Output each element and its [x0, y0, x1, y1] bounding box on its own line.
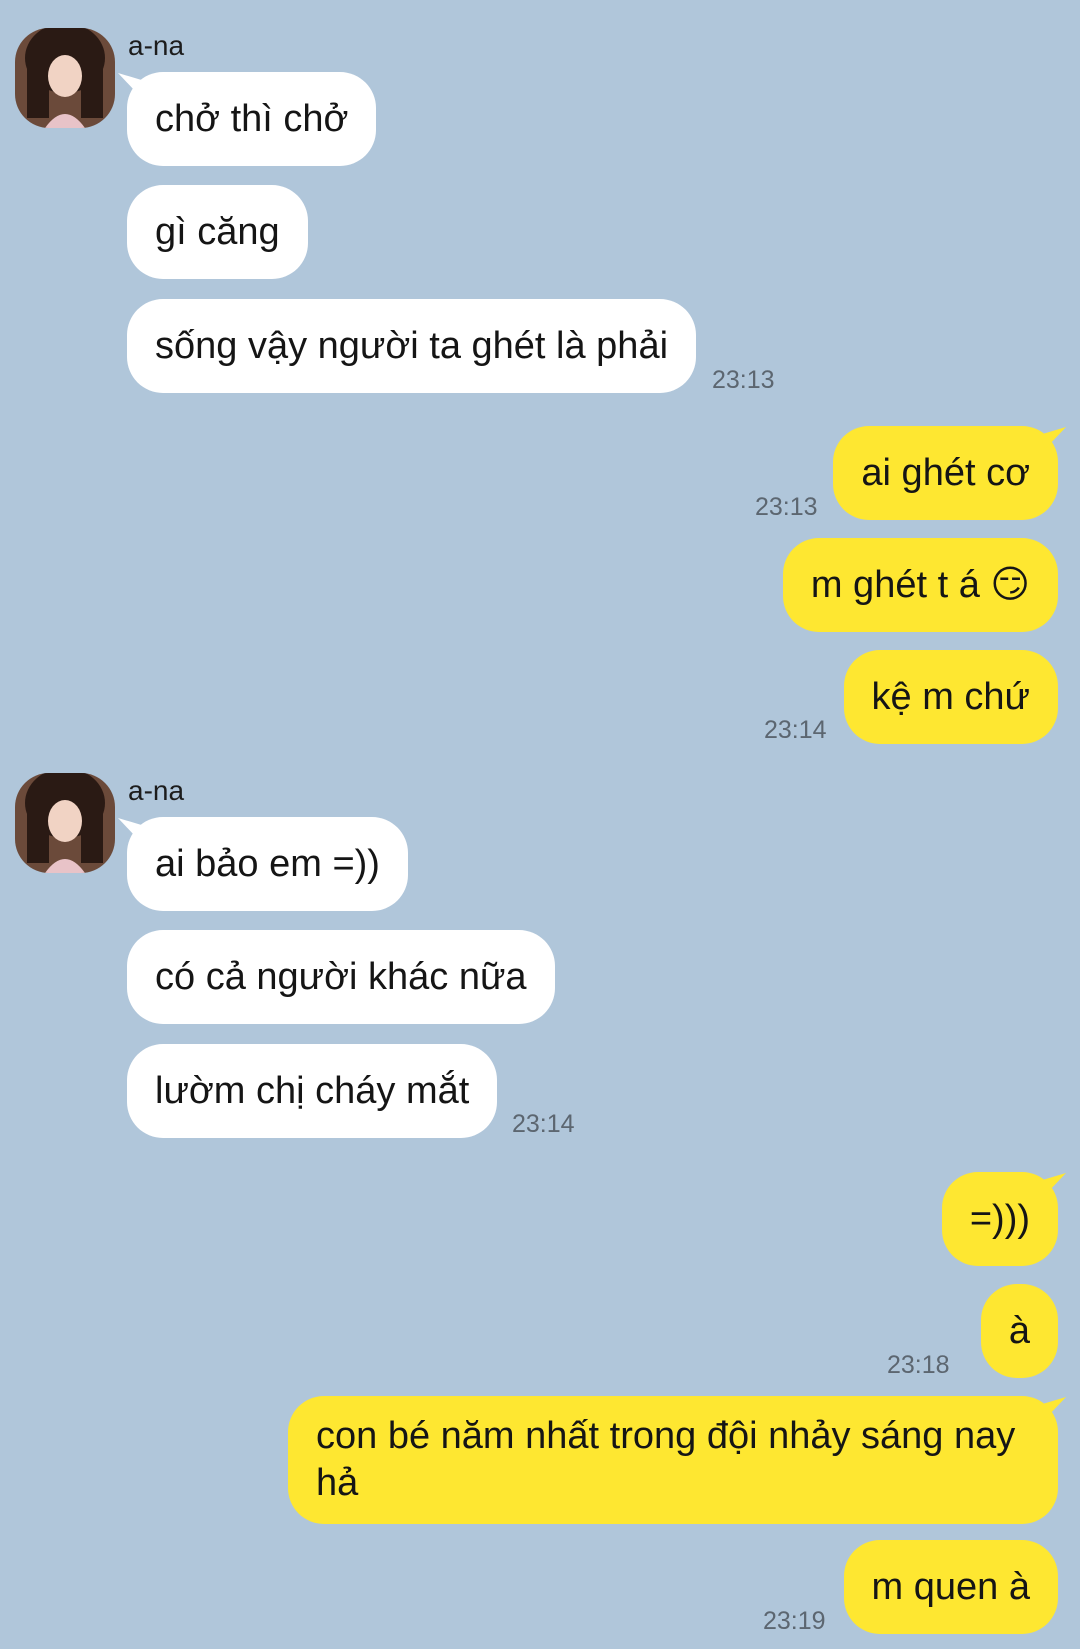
incoming-message[interactable]: gì căng [127, 185, 308, 279]
sender-name: a-na [128, 775, 185, 806]
outgoing-message[interactable]: ai ghét cơ [833, 426, 1058, 520]
contact-avatar[interactable] [15, 28, 115, 128]
incoming-message[interactable]: có cả người khác nữa [127, 930, 555, 1024]
outgoing-message[interactable]: m quen à [843, 1540, 1058, 1634]
incoming-message[interactable]: lườm chị cháy mắt [127, 1044, 498, 1138]
message-timestamp: 23:13 [755, 493, 818, 521]
contact-avatar[interactable] [15, 773, 115, 873]
message-timestamp: 23:18 [887, 1351, 950, 1379]
outgoing-message[interactable]: à [980, 1284, 1058, 1378]
avatar-photo-icon [15, 28, 115, 128]
outgoing-message[interactable]: con bé năm nhất trong đội nhảy sáng nay … [288, 1396, 1058, 1524]
message-timestamp: 23:19 [763, 1607, 826, 1635]
incoming-message[interactable]: chở thì chở [127, 72, 377, 166]
message-timestamp: 23:13 [712, 366, 775, 394]
outgoing-message[interactable]: kệ m chứ [843, 650, 1058, 744]
outgoing-message[interactable]: m ghét t á 😏 [782, 538, 1058, 632]
avatar-photo-icon [15, 773, 115, 873]
sender-name: a-na [128, 30, 185, 61]
message-timestamp: 23:14 [512, 1110, 575, 1138]
incoming-message[interactable]: sống vậy người ta ghét là phải [127, 299, 697, 393]
message-timestamp: 23:14 [764, 716, 827, 744]
incoming-message[interactable]: ai bảo em =)) [127, 817, 408, 911]
outgoing-message[interactable]: =))) [941, 1172, 1058, 1266]
